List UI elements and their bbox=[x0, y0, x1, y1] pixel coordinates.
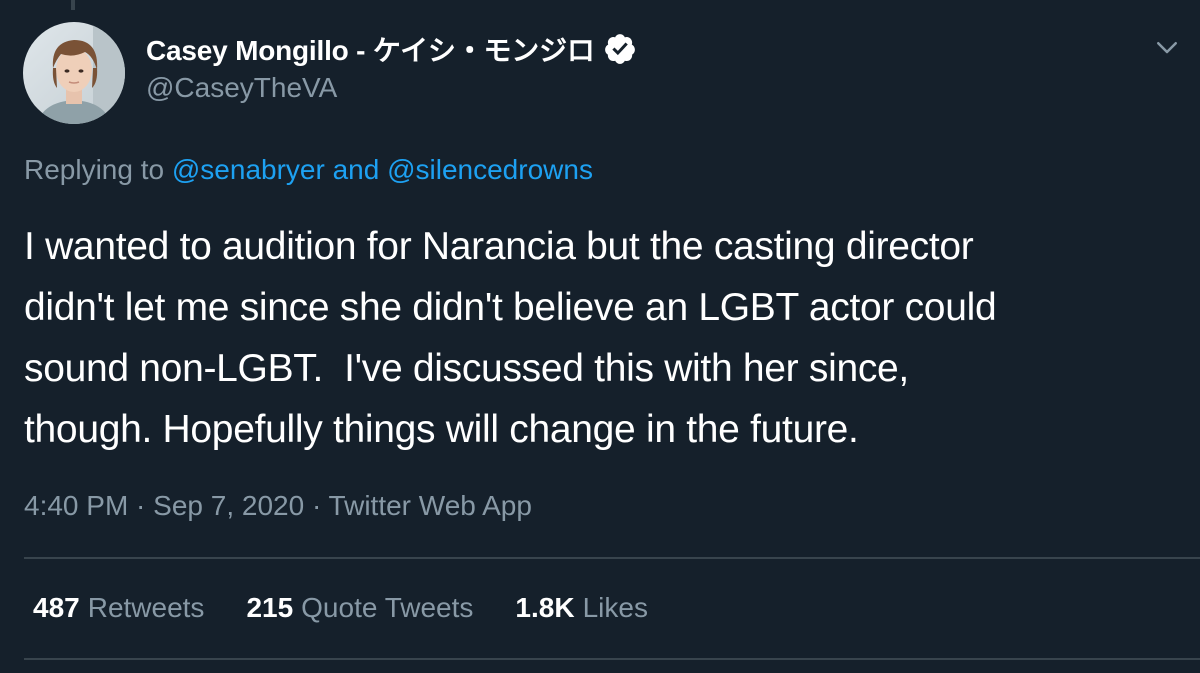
quote-tweets-stat[interactable]: 215 Quote Tweets bbox=[246, 592, 473, 624]
mention-link-silencedrowns[interactable]: @silencedrowns bbox=[387, 154, 593, 185]
retweets-label: Retweets bbox=[87, 592, 205, 623]
divider bbox=[24, 658, 1200, 660]
replying-conjunction: and bbox=[324, 154, 388, 185]
quote-tweets-count: 215 bbox=[246, 592, 294, 623]
mention-link-senabryer[interactable]: @senabryer bbox=[172, 154, 325, 185]
replying-to-line: Replying to @senabryer and @silencedrown… bbox=[24, 154, 593, 186]
display-name[interactable]: Casey Mongillo - ケイシ・モンジロ bbox=[146, 29, 595, 69]
tweet-timestamp-source[interactable]: 4:40 PM · Sep 7, 2020 · Twitter Web App bbox=[24, 490, 532, 522]
avatar[interactable] bbox=[23, 22, 125, 124]
retweets-count: 487 bbox=[33, 592, 80, 623]
chevron-down-icon[interactable] bbox=[1152, 32, 1182, 62]
tweet-text: I wanted to audition for Narancia but th… bbox=[24, 225, 997, 451]
likes-label: Likes bbox=[582, 592, 648, 623]
verified-badge-icon bbox=[604, 34, 635, 64]
thread-connector-line bbox=[71, 0, 75, 10]
tweet-card: Casey Mongillo - ケイシ・モンジロ @CaseyTheVA Re… bbox=[0, 0, 1200, 673]
likes-count: 1.8K bbox=[515, 592, 575, 623]
replying-prefix: Replying to bbox=[24, 154, 172, 185]
retweets-stat[interactable]: 487 Retweets bbox=[33, 592, 204, 624]
quote-tweets-label: Quote Tweets bbox=[301, 592, 474, 623]
likes-stat[interactable]: 1.8K Likes bbox=[515, 592, 648, 624]
tweet-stats: 487 Retweets 215 Quote Tweets 1.8K Likes bbox=[33, 592, 690, 624]
user-handle[interactable]: @CaseyTheVA bbox=[146, 72, 637, 104]
divider bbox=[24, 557, 1200, 559]
name-row: Casey Mongillo - ケイシ・モンジロ bbox=[146, 30, 637, 68]
tweet-header: Casey Mongillo - ケイシ・モンジロ @CaseyTheVA bbox=[146, 30, 637, 104]
